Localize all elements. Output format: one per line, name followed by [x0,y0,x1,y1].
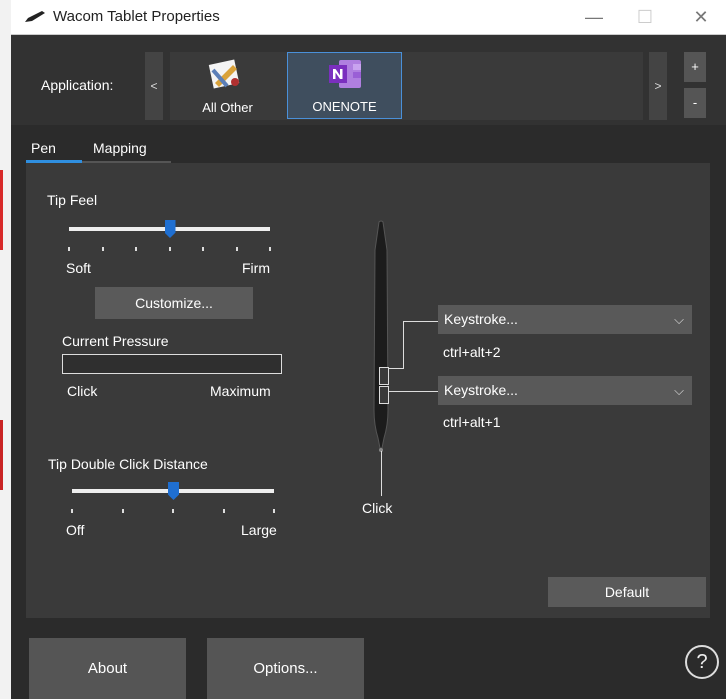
background-window-edge [0,0,11,699]
pen-illustration [373,220,389,452]
lower-switch-connector [389,391,438,392]
background-accent [0,170,3,250]
background-accent [0,420,3,490]
app-tile-onenote[interactable]: ONENOTE [287,52,402,119]
slider-tick [101,247,104,251]
double-click-max-label: Large [241,522,277,538]
upper-button-shortcut: ctrl+alt+2 [443,344,501,360]
pressure-min-label: Click [67,383,98,399]
upper-side-switch[interactable] [379,367,389,385]
lower-button-function-dropdown[interactable]: Keystroke... ⌵ [438,376,692,405]
slider-tick [222,509,225,513]
app-tile-label: All Other [202,100,253,115]
help-icon[interactable]: ? [685,645,719,679]
options-button[interactable]: Options... [207,638,364,699]
app-tile-label: ONENOTE [312,99,377,114]
upper-switch-connector [389,368,404,369]
current-pressure-bar [62,354,282,374]
slider-tick [273,509,275,513]
upper-switch-connector [403,321,404,369]
tab-pen[interactable]: Pen [31,140,56,156]
remove-application-button[interactable]: - [684,88,706,118]
tip-feel-min-label: Soft [66,260,91,276]
wacom-properties-window: Wacom Tablet Properties — ☐ ✕ Applicatio… [11,0,726,699]
scroll-left-button[interactable]: < [145,52,163,120]
dropdown-value: Keystroke... [444,382,518,398]
slider-tick [172,509,174,513]
dropdown-value: Keystroke... [444,311,518,327]
tip-connector-line [381,451,382,496]
slider-tick [71,509,73,513]
upper-button-function-dropdown[interactable]: Keystroke... ⌵ [438,305,692,334]
slider-tick [202,247,204,251]
tip-feel-max-label: Firm [242,260,270,276]
slider-tick [68,247,70,251]
double-click-title: Tip Double Click Distance [48,456,208,472]
title-bar: Wacom Tablet Properties — ☐ ✕ [11,0,726,35]
customize-button[interactable]: Customize... [95,287,253,319]
close-button[interactable]: ✕ [681,4,721,30]
pen-tip-label: Click [362,500,393,516]
upper-switch-connector [403,321,438,322]
about-button[interactable]: About [29,638,186,699]
pressure-max-label: Maximum [210,383,271,399]
slider-tick [135,247,137,251]
scroll-right-button[interactable]: > [649,52,667,120]
chevron-down-icon: ⌵ [674,312,684,327]
application-label: Application: [41,77,114,93]
pen-app-icon [25,11,45,22]
lower-button-shortcut: ctrl+alt+1 [443,414,501,430]
default-button[interactable]: Default [548,577,706,607]
tab-mapping[interactable]: Mapping [93,140,147,156]
current-pressure-title: Current Pressure [62,333,169,349]
slider-tick [121,509,124,513]
chevron-down-icon: ⌵ [674,383,684,398]
add-application-button[interactable]: + [684,52,706,82]
slider-tick [269,247,271,251]
all-other-apps-icon [208,59,240,89]
window-title: Wacom Tablet Properties [53,8,220,25]
onenote-icon [329,60,361,88]
maximize-button[interactable]: ☐ [625,4,665,30]
lower-side-switch[interactable] [379,386,389,404]
slider-tick [235,247,238,251]
minimize-button[interactable]: — [574,4,614,30]
tip-feel-title: Tip Feel [47,192,98,208]
double-click-min-label: Off [66,522,85,538]
slider-tick [168,247,171,251]
app-tile-all-other[interactable]: All Other [170,52,285,119]
